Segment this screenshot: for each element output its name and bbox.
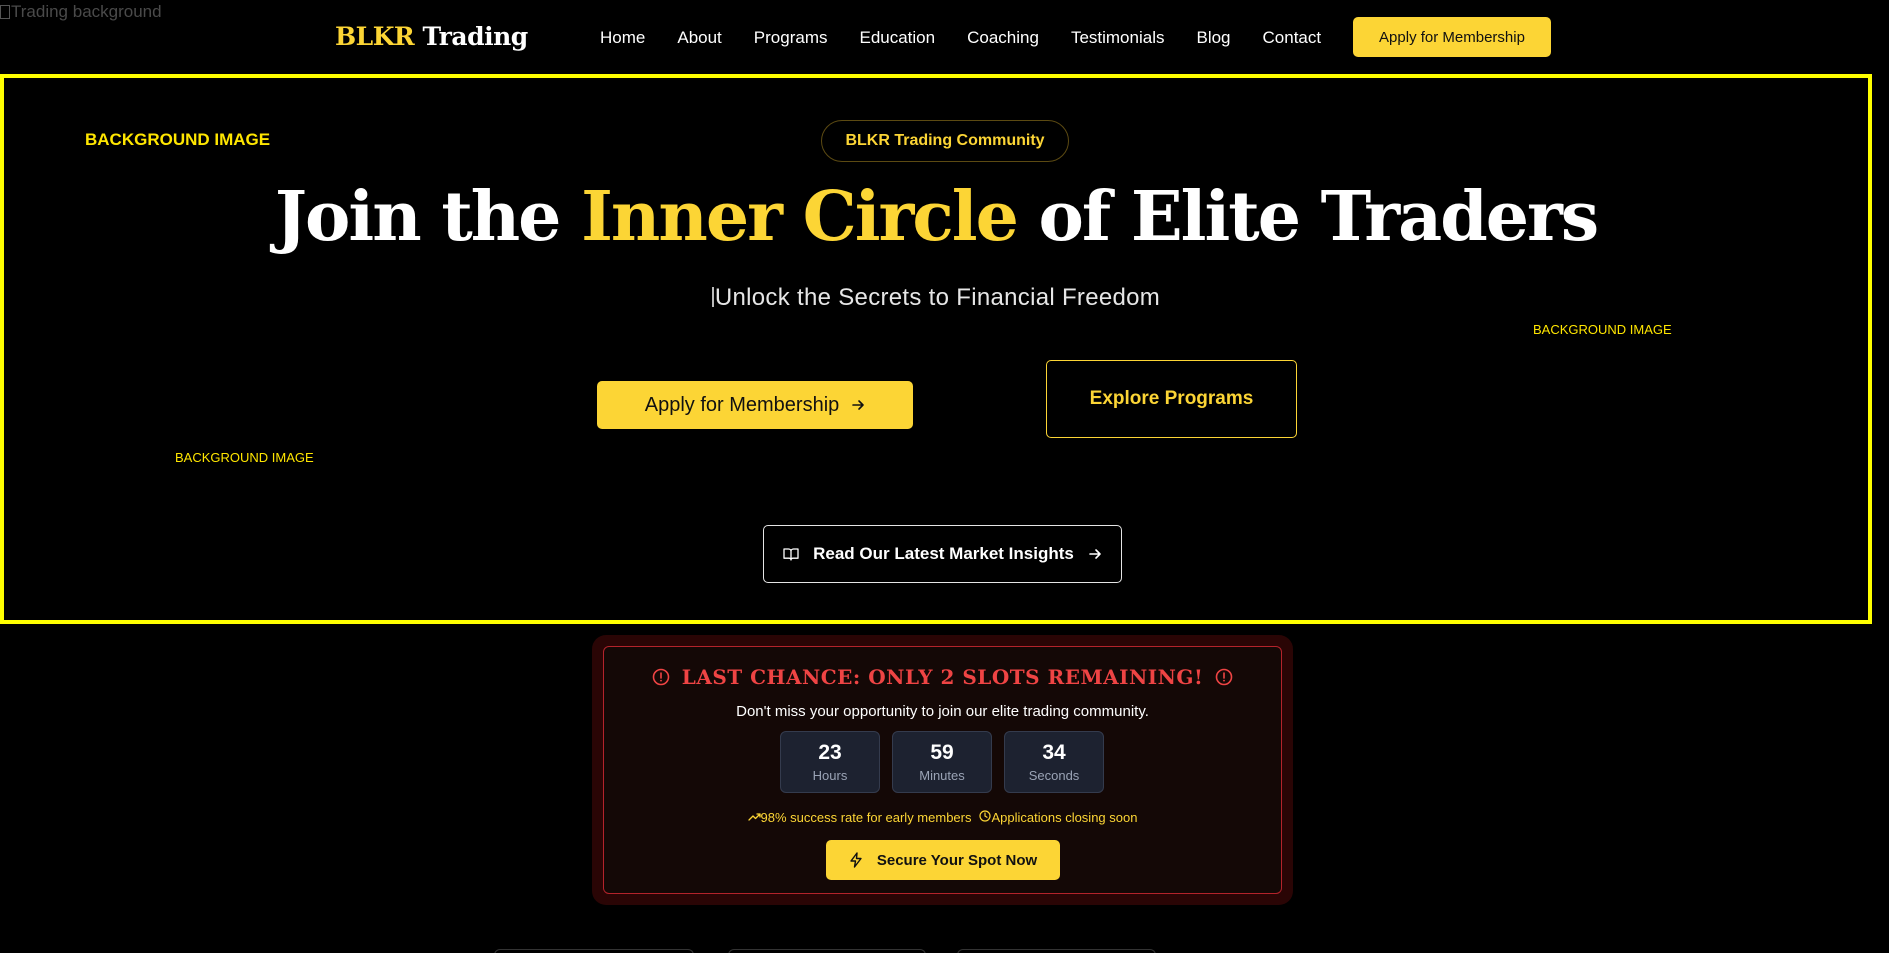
clock-icon bbox=[979, 810, 992, 822]
timer-minutes: 59 Minutes bbox=[892, 731, 992, 793]
logo[interactable]: BLKR Trading bbox=[335, 22, 528, 51]
countdown-timer: 23 Hours 59 Minutes 34 Seconds bbox=[780, 731, 1104, 793]
explore-programs-button[interactable]: Explore Programs bbox=[1046, 360, 1297, 438]
logo-accent: BLKR bbox=[335, 22, 415, 51]
headline-highlight: Inner Circle bbox=[581, 177, 1019, 257]
timer-hours: 23 Hours bbox=[780, 731, 880, 793]
timer-seconds: 34 Seconds bbox=[1004, 731, 1104, 793]
next-section-card-edge bbox=[957, 949, 1156, 953]
urgency-title-text: LAST CHANCE: ONLY 2 SLOTS REMAINING! bbox=[681, 665, 1204, 689]
top-nav: BLKR Trading Home About Programs Educati… bbox=[0, 0, 1889, 74]
timer-minutes-unit: Minutes bbox=[919, 768, 965, 783]
timer-hours-unit: Hours bbox=[812, 768, 848, 783]
secure-spot-label: Secure Your Spot Now bbox=[876, 851, 1038, 869]
nav-menu: Home About Programs Education Coaching T… bbox=[600, 28, 1353, 48]
nav-link-testimonials[interactable]: Testimonials bbox=[1071, 28, 1165, 48]
timer-minutes-value: 59 bbox=[930, 741, 954, 764]
background-image-label: BACKGROUND IMAGE bbox=[85, 130, 271, 149]
alert-circle-icon bbox=[652, 668, 670, 686]
next-section-card-edge bbox=[494, 949, 694, 953]
urgency-card: LAST CHANCE: ONLY 2 SLOTS REMAINING! Don… bbox=[603, 646, 1282, 894]
next-section-card-edge bbox=[728, 949, 926, 953]
headline-part1: Join the bbox=[274, 177, 582, 257]
urgency-subtitle: Don't miss your opportunity to join our … bbox=[736, 703, 1149, 720]
urgency-card-wrapper: LAST CHANCE: ONLY 2 SLOTS REMAINING! Don… bbox=[592, 635, 1293, 905]
book-open-icon bbox=[783, 548, 799, 561]
timer-hours-value: 23 bbox=[818, 741, 842, 764]
arrow-right-icon bbox=[852, 400, 865, 410]
hero-headline: Join the Inner Circle of Elite Traders bbox=[4, 177, 1868, 257]
hero-subtitle-text: Unlock the Secrets to Financial Freedom bbox=[714, 284, 1161, 311]
nav-link-blog[interactable]: Blog bbox=[1196, 28, 1230, 48]
hero-section: BACKGROUND IMAGE BACKGROUND IMAGE BACKGR… bbox=[0, 74, 1872, 624]
apply-membership-label: Apply for Membership bbox=[644, 393, 840, 416]
market-insights-button[interactable]: Read Our Latest Market Insights bbox=[763, 525, 1122, 583]
community-badge: BLKR Trading Community bbox=[821, 120, 1069, 162]
closing-soon-text: Applications closing soon bbox=[991, 810, 1138, 825]
background-image-label: BACKGROUND IMAGE bbox=[175, 450, 314, 465]
success-rate-text: 98% success rate for early members bbox=[760, 810, 972, 825]
logo-text: Trading bbox=[422, 22, 528, 51]
headline-part2: of Elite Traders bbox=[1016, 177, 1600, 257]
hero-subtitle: Unlock the Secrets to Financial Freedom bbox=[4, 284, 1868, 312]
closing-soon-stat: Applications closing soon bbox=[979, 810, 1137, 825]
secure-spot-button[interactable]: Secure Your Spot Now bbox=[826, 840, 1060, 880]
urgency-stats: 98% success rate for early members Appli… bbox=[604, 810, 1281, 825]
arrow-right-icon bbox=[1089, 549, 1101, 559]
nav-link-about[interactable]: About bbox=[677, 28, 721, 48]
nav-apply-button[interactable]: Apply for Membership bbox=[1353, 17, 1551, 57]
nav-link-programs[interactable]: Programs bbox=[754, 28, 828, 48]
success-rate-stat: 98% success rate for early members bbox=[747, 810, 972, 825]
trending-up-icon bbox=[747, 813, 761, 821]
nav-link-home[interactable]: Home bbox=[600, 28, 645, 48]
nav-link-coaching[interactable]: Coaching bbox=[967, 28, 1039, 48]
nav-link-contact[interactable]: Contact bbox=[1263, 28, 1322, 48]
timer-seconds-unit: Seconds bbox=[1028, 768, 1080, 783]
alert-circle-icon bbox=[1215, 668, 1233, 686]
urgency-title: LAST CHANCE: ONLY 2 SLOTS REMAINING! bbox=[604, 665, 1281, 689]
nav-link-education[interactable]: Education bbox=[859, 28, 935, 48]
apply-membership-button[interactable]: Apply for Membership bbox=[597, 381, 913, 429]
market-insights-label: Read Our Latest Market Insights bbox=[813, 544, 1074, 563]
typing-cursor bbox=[711, 287, 714, 307]
background-image-label: BACKGROUND IMAGE bbox=[1533, 322, 1672, 337]
timer-seconds-value: 34 bbox=[1042, 741, 1066, 764]
lightning-icon bbox=[850, 852, 862, 868]
